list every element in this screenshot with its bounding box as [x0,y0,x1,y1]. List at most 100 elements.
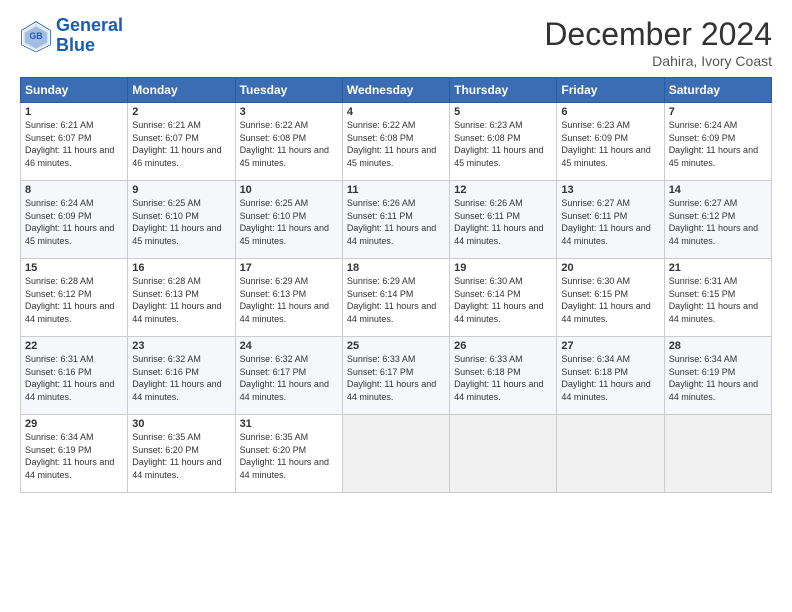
daylight-label: Daylight: 11 hours and 44 minutes. [454,301,543,324]
day-info: Sunrise: 6:28 AM Sunset: 6:13 PM Dayligh… [132,275,230,325]
calendar-cell [557,415,664,493]
sunset-label: Sunset: 6:19 PM [25,445,92,455]
day-info: Sunrise: 6:35 AM Sunset: 6:20 PM Dayligh… [240,431,338,481]
sunset-label: Sunset: 6:13 PM [132,289,199,299]
calendar-week-2: 8 Sunrise: 6:24 AM Sunset: 6:09 PM Dayli… [21,181,772,259]
sunset-label: Sunset: 6:16 PM [132,367,199,377]
calendar-cell: 17 Sunrise: 6:29 AM Sunset: 6:13 PM Dayl… [235,259,342,337]
daylight-label: Daylight: 11 hours and 44 minutes. [454,379,543,402]
calendar-cell: 3 Sunrise: 6:22 AM Sunset: 6:08 PM Dayli… [235,103,342,181]
day-info: Sunrise: 6:34 AM Sunset: 6:19 PM Dayligh… [669,353,767,403]
sunset-label: Sunset: 6:14 PM [347,289,414,299]
daylight-label: Daylight: 11 hours and 44 minutes. [669,379,758,402]
logo-blue: Blue [56,35,95,55]
day-number: 31 [240,418,338,430]
logo-general: General [56,15,123,35]
sunset-label: Sunset: 6:15 PM [669,289,736,299]
sunset-label: Sunset: 6:18 PM [454,367,521,377]
day-info: Sunrise: 6:21 AM Sunset: 6:07 PM Dayligh… [25,119,123,169]
daylight-label: Daylight: 11 hours and 45 minutes. [240,223,329,246]
calendar-cell: 5 Sunrise: 6:23 AM Sunset: 6:08 PM Dayli… [450,103,557,181]
sunset-label: Sunset: 6:08 PM [347,133,414,143]
day-info: Sunrise: 6:32 AM Sunset: 6:17 PM Dayligh… [240,353,338,403]
calendar-cell: 21 Sunrise: 6:31 AM Sunset: 6:15 PM Dayl… [664,259,771,337]
sunrise-label: Sunrise: 6:29 AM [347,276,416,286]
calendar-cell: 18 Sunrise: 6:29 AM Sunset: 6:14 PM Dayl… [342,259,449,337]
calendar: Sunday Monday Tuesday Wednesday Thursday… [20,77,772,493]
calendar-cell: 22 Sunrise: 6:31 AM Sunset: 6:16 PM Dayl… [21,337,128,415]
day-number: 26 [454,340,552,352]
day-number: 6 [561,106,659,118]
day-number: 3 [240,106,338,118]
sunrise-label: Sunrise: 6:34 AM [25,432,94,442]
daylight-label: Daylight: 11 hours and 44 minutes. [561,223,650,246]
sunrise-label: Sunrise: 6:25 AM [240,198,309,208]
sunset-label: Sunset: 6:19 PM [669,367,736,377]
day-info: Sunrise: 6:33 AM Sunset: 6:18 PM Dayligh… [454,353,552,403]
col-friday: Friday [557,78,664,103]
logo: GB General Blue [20,16,123,56]
day-info: Sunrise: 6:29 AM Sunset: 6:13 PM Dayligh… [240,275,338,325]
sunset-label: Sunset: 6:20 PM [240,445,307,455]
sunrise-label: Sunrise: 6:23 AM [454,120,523,130]
calendar-cell: 27 Sunrise: 6:34 AM Sunset: 6:18 PM Dayl… [557,337,664,415]
sunrise-label: Sunrise: 6:22 AM [240,120,309,130]
day-info: Sunrise: 6:26 AM Sunset: 6:11 PM Dayligh… [454,197,552,247]
calendar-cell [664,415,771,493]
sunrise-label: Sunrise: 6:33 AM [347,354,416,364]
daylight-label: Daylight: 11 hours and 45 minutes. [240,145,329,168]
sunrise-label: Sunrise: 6:29 AM [240,276,309,286]
day-number: 16 [132,262,230,274]
calendar-cell: 14 Sunrise: 6:27 AM Sunset: 6:12 PM Dayl… [664,181,771,259]
calendar-cell: 24 Sunrise: 6:32 AM Sunset: 6:17 PM Dayl… [235,337,342,415]
day-info: Sunrise: 6:31 AM Sunset: 6:16 PM Dayligh… [25,353,123,403]
sunset-label: Sunset: 6:09 PM [25,211,92,221]
sunset-label: Sunset: 6:12 PM [25,289,92,299]
sunset-label: Sunset: 6:13 PM [240,289,307,299]
calendar-cell: 12 Sunrise: 6:26 AM Sunset: 6:11 PM Dayl… [450,181,557,259]
sunrise-label: Sunrise: 6:30 AM [454,276,523,286]
sunrise-label: Sunrise: 6:25 AM [132,198,201,208]
calendar-cell: 2 Sunrise: 6:21 AM Sunset: 6:07 PM Dayli… [128,103,235,181]
sunset-label: Sunset: 6:08 PM [240,133,307,143]
title-area: December 2024 Dahira, Ivory Coast [544,16,772,69]
location: Dahira, Ivory Coast [544,53,772,69]
sunset-label: Sunset: 6:15 PM [561,289,628,299]
day-number: 23 [132,340,230,352]
calendar-cell: 25 Sunrise: 6:33 AM Sunset: 6:17 PM Dayl… [342,337,449,415]
day-number: 9 [132,184,230,196]
calendar-cell: 13 Sunrise: 6:27 AM Sunset: 6:11 PM Dayl… [557,181,664,259]
day-number: 8 [25,184,123,196]
day-number: 10 [240,184,338,196]
day-info: Sunrise: 6:27 AM Sunset: 6:11 PM Dayligh… [561,197,659,247]
daylight-label: Daylight: 11 hours and 44 minutes. [454,223,543,246]
day-info: Sunrise: 6:27 AM Sunset: 6:12 PM Dayligh… [669,197,767,247]
day-number: 17 [240,262,338,274]
calendar-week-5: 29 Sunrise: 6:34 AM Sunset: 6:19 PM Dayl… [21,415,772,493]
day-number: 28 [669,340,767,352]
day-info: Sunrise: 6:31 AM Sunset: 6:15 PM Dayligh… [669,275,767,325]
calendar-header-row: Sunday Monday Tuesday Wednesday Thursday… [21,78,772,103]
col-tuesday: Tuesday [235,78,342,103]
sunrise-label: Sunrise: 6:26 AM [347,198,416,208]
calendar-week-4: 22 Sunrise: 6:31 AM Sunset: 6:16 PM Dayl… [21,337,772,415]
day-info: Sunrise: 6:33 AM Sunset: 6:17 PM Dayligh… [347,353,445,403]
calendar-cell: 15 Sunrise: 6:28 AM Sunset: 6:12 PM Dayl… [21,259,128,337]
day-info: Sunrise: 6:22 AM Sunset: 6:08 PM Dayligh… [347,119,445,169]
sunrise-label: Sunrise: 6:35 AM [240,432,309,442]
daylight-label: Daylight: 11 hours and 45 minutes. [561,145,650,168]
calendar-cell: 8 Sunrise: 6:24 AM Sunset: 6:09 PM Dayli… [21,181,128,259]
calendar-cell: 30 Sunrise: 6:35 AM Sunset: 6:20 PM Dayl… [128,415,235,493]
col-wednesday: Wednesday [342,78,449,103]
sunset-label: Sunset: 6:08 PM [454,133,521,143]
sunset-label: Sunset: 6:14 PM [454,289,521,299]
day-number: 2 [132,106,230,118]
sunrise-label: Sunrise: 6:24 AM [25,198,94,208]
day-number: 19 [454,262,552,274]
day-info: Sunrise: 6:24 AM Sunset: 6:09 PM Dayligh… [669,119,767,169]
col-saturday: Saturday [664,78,771,103]
sunset-label: Sunset: 6:16 PM [25,367,92,377]
day-info: Sunrise: 6:34 AM Sunset: 6:18 PM Dayligh… [561,353,659,403]
sunrise-label: Sunrise: 6:24 AM [669,120,738,130]
sunset-label: Sunset: 6:11 PM [347,211,413,221]
